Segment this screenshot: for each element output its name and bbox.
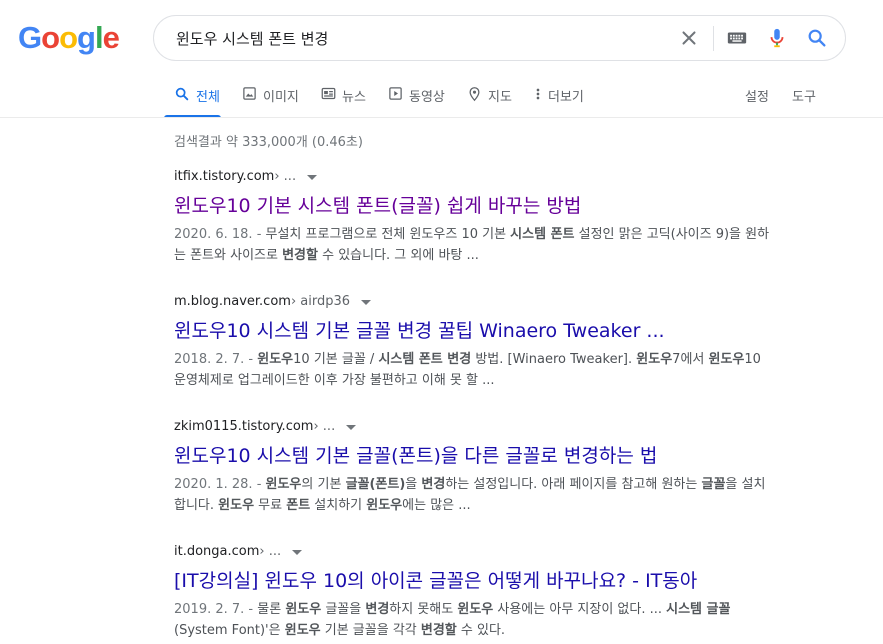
dropdown-arrow-icon[interactable] bbox=[292, 550, 303, 555]
result-snippet: 2020. 6. 18. - 무설치 프로그램으로 전체 윈도우즈 10 기본 … bbox=[174, 224, 770, 266]
result-date: 2020. 6. 18. - bbox=[174, 227, 266, 242]
result-snippet: 2020. 1. 28. - 윈도우의 기본 글꼴(폰트)을 변경하는 설정입니… bbox=[174, 474, 770, 516]
search-result: itfix.tistory.com › ... 윈도우10 기본 시스템 폰트(… bbox=[174, 168, 774, 266]
mic-icon[interactable] bbox=[766, 27, 788, 49]
result-title-link[interactable]: 윈도우10 기본 시스템 폰트(글꼴) 쉽게 바꾸는 방법 bbox=[174, 193, 774, 219]
snippet-text: 에는 많은 ... bbox=[402, 498, 471, 513]
snippet-highlight: 변경 bbox=[365, 602, 390, 617]
searchbox-divider bbox=[713, 26, 714, 51]
snippet-highlight: 윈도우 bbox=[284, 623, 321, 638]
search-box bbox=[153, 15, 846, 61]
result-cite[interactable]: m.blog.naver.com › airdp36 bbox=[174, 293, 774, 311]
google-logo[interactable]: Google bbox=[18, 20, 120, 56]
snippet-text: 하는 설정입니다. 아래 페이지를 참고해 원하는 bbox=[445, 477, 702, 492]
snippet-highlight: 윈도우 bbox=[708, 352, 745, 367]
result-cite[interactable]: it.donga.com › ... bbox=[174, 543, 774, 561]
snippet-highlight: 변경 bbox=[421, 477, 446, 492]
tab-images[interactable]: 이미지 bbox=[242, 78, 299, 118]
tab-all[interactable]: 전체 bbox=[164, 78, 221, 118]
keyboard-icon[interactable] bbox=[726, 27, 748, 49]
snippet-highlight: 시스템 글꼴 bbox=[666, 602, 731, 617]
search-results-page: Google 윈도우 시스템 폰트 변경 전체 이미지 뉴스 동영상 지도 더보… bbox=[0, 0, 883, 644]
tab-settings[interactable]: 설정 bbox=[745, 78, 769, 118]
snippet-highlight: 윈도우 bbox=[366, 498, 403, 513]
dropdown-arrow-icon[interactable] bbox=[361, 300, 372, 305]
snippet-text: 7에서 bbox=[672, 352, 709, 367]
search-icon bbox=[175, 87, 189, 101]
dropdown-arrow-icon[interactable] bbox=[307, 175, 318, 180]
result-snippet: 2019. 2. 7. - 물론 윈도우 글꼴을 변경하지 못해도 윈도우 사용… bbox=[174, 599, 770, 641]
snippet-highlight: 윈도우 bbox=[257, 352, 294, 367]
snippet-highlight: 윈도우 bbox=[457, 602, 494, 617]
snippet-highlight: 시스템 폰트 bbox=[510, 227, 575, 242]
snippet-highlight: 윈도우 bbox=[218, 498, 255, 513]
snippet-highlight: 윈도우 bbox=[285, 602, 322, 617]
snippet-text: 사용에는 아무 지장이 없다. ... bbox=[493, 602, 667, 617]
snippet-text: 10 기본 글꼴 / bbox=[293, 352, 379, 367]
snippet-highlight: 변경할 bbox=[420, 623, 457, 638]
tab-more[interactable]: 더보기 bbox=[534, 78, 584, 118]
result-cite[interactable]: zkim0115.tistory.com › ... bbox=[174, 418, 774, 436]
snippet-text: 을 bbox=[405, 477, 422, 492]
snippet-text: 글꼴을 bbox=[321, 602, 366, 617]
tab-videos[interactable]: 동영상 bbox=[388, 78, 445, 118]
snippet-text: 하지 못해도 bbox=[389, 602, 458, 617]
snippet-highlight: 시스템 폰트 변경 bbox=[378, 352, 472, 367]
search-result: m.blog.naver.com › airdp36 윈도우10 시스템 기본 … bbox=[174, 293, 774, 391]
snippet-text: (System Font)'은 bbox=[174, 623, 285, 638]
snippet-highlight: 글꼴(폰트) bbox=[345, 477, 406, 492]
snippet-highlight: 글꼴 bbox=[701, 477, 726, 492]
clear-icon[interactable] bbox=[678, 27, 700, 49]
search-tabs: 전체 이미지 뉴스 동영상 지도 더보기 설정 도구 bbox=[0, 78, 883, 118]
result-stats: 검색결과 약 333,000개 (0.46초) bbox=[174, 135, 363, 150]
result-date: 2020. 1. 28. - bbox=[174, 477, 266, 492]
result-snippet: 2018. 2. 7. - 윈도우10 기본 글꼴 / 시스템 폰트 변경 방법… bbox=[174, 349, 770, 391]
news-icon bbox=[321, 87, 336, 100]
result-title-link[interactable]: 윈도우10 시스템 기본 글꼴(폰트)을 다른 글꼴로 변경하는 법 bbox=[174, 443, 774, 469]
video-icon bbox=[389, 87, 402, 100]
snippet-text: 의 기본 bbox=[301, 477, 346, 492]
tab-news[interactable]: 뉴스 bbox=[321, 78, 366, 118]
snippet-text: 물론 bbox=[257, 602, 286, 617]
nav-divider bbox=[0, 117, 883, 118]
snippet-highlight: 윈도우 bbox=[636, 352, 673, 367]
snippet-highlight: 변경할 bbox=[282, 248, 318, 263]
snippet-text: 기본 글꼴을 각각 bbox=[320, 623, 421, 638]
tab-tools[interactable]: 도구 bbox=[792, 78, 816, 118]
snippet-highlight: 윈도우 bbox=[265, 477, 302, 492]
dropdown-arrow-icon[interactable] bbox=[346, 425, 357, 430]
more-vert-icon bbox=[536, 88, 540, 100]
result-date: 2018. 2. 7. - bbox=[174, 352, 258, 367]
search-input[interactable] bbox=[176, 16, 656, 60]
image-icon bbox=[243, 87, 256, 100]
result-date: 2019. 2. 7. - bbox=[174, 602, 258, 617]
result-cite[interactable]: itfix.tistory.com › ... bbox=[174, 168, 774, 186]
snippet-text: 수 있습니다. 그 외에 바탕 ... bbox=[317, 248, 479, 263]
result-title-link[interactable]: 윈도우10 시스템 기본 글꼴 변경 꿀팁 Winaero Tweaker ..… bbox=[174, 318, 774, 344]
snippet-text: 수 있다. bbox=[456, 623, 506, 638]
snippet-text: 방법. [Winaero Tweaker]. bbox=[471, 352, 637, 367]
snippet-text: 설치하기 bbox=[310, 498, 367, 513]
snippet-text: 무설치 프로그램으로 전체 윈도우즈 10 기본 bbox=[265, 227, 511, 242]
search-result: zkim0115.tistory.com › ... 윈도우10 시스템 기본 … bbox=[174, 418, 774, 516]
map-pin-icon bbox=[469, 87, 480, 102]
tab-maps[interactable]: 지도 bbox=[467, 78, 512, 118]
snippet-text: 무료 bbox=[254, 498, 287, 513]
search-result: it.donga.com › ... [IT강의실] 윈도우 10의 아이콘 글… bbox=[174, 543, 774, 641]
search-icon[interactable] bbox=[806, 27, 828, 49]
snippet-highlight: 폰트 bbox=[286, 498, 311, 513]
result-title-link[interactable]: [IT강의실] 윈도우 10의 아이콘 글꼴은 어떻게 바꾸나요? - IT동아 bbox=[174, 568, 774, 594]
